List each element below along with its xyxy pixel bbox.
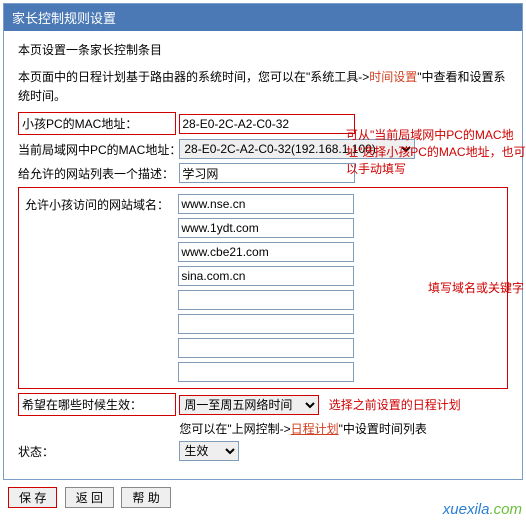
current-mac-label: 当前局域网中PC的MAC地址：: [18, 141, 176, 158]
desc-input[interactable]: [179, 163, 355, 183]
save-button[interactable]: 保 存: [8, 487, 57, 508]
effective-row: 希望在哪些时候生效： 周一至周五网络时间 选择之前设置的日程计划: [18, 393, 508, 416]
child-mac-input[interactable]: [179, 114, 355, 134]
domain-input-2[interactable]: [178, 218, 354, 238]
domain-note: 填写域名或关键字: [428, 279, 526, 296]
domain-input-1[interactable]: [178, 194, 354, 214]
panel-title: 家长控制规则设置: [4, 4, 522, 31]
settings-panel: 家长控制规则设置 本页设置一条家长控制条目 本页面中的日程计划基于路由器的系统时…: [3, 3, 523, 480]
domain-inputs: [178, 194, 354, 386]
domain-input-7[interactable]: [178, 338, 354, 358]
effective-select[interactable]: 周一至周五网络时间: [179, 395, 319, 415]
page-heading: 本页设置一条家长控制条目: [18, 41, 508, 58]
allowed-domain-label: 允许小孩访问的网站域名：: [25, 194, 175, 213]
watermark: xuexila.com: [443, 501, 522, 518]
schedule-hint-1: 您可以在"上网控制->: [179, 422, 290, 436]
intro-text-1: 本页面中的日程计划基于路由器的系统时间，您可以在"系统工具->: [18, 70, 369, 84]
domain-input-4[interactable]: [178, 266, 354, 286]
desc-label: 给允许的网站列表一个描述：: [18, 165, 176, 182]
intro-paragraph: 本页面中的日程计划基于路由器的系统时间，您可以在"系统工具->时间设置"中查看和…: [18, 68, 508, 106]
domain-input-3[interactable]: [178, 242, 354, 262]
schedule-hint-row: 您可以在"上网控制->日程计划"中设置时间列表: [18, 420, 508, 437]
panel-content: 本页设置一条家长控制条目 本页面中的日程计划基于路由器的系统时间，您可以在"系统…: [4, 31, 522, 479]
time-settings-link[interactable]: 时间设置: [369, 70, 417, 84]
watermark-a: xuexila: [443, 501, 490, 518]
mac-note: 可从"当前局域网中PC的MAC地址"选择小孩PC的MAC地址，也可以手动填写: [346, 127, 526, 177]
status-label: 状态：: [18, 443, 176, 460]
watermark-b: .com: [489, 501, 522, 518]
help-button[interactable]: 帮 助: [121, 487, 170, 508]
status-select[interactable]: 生效: [179, 441, 239, 461]
domain-input-6[interactable]: [178, 314, 354, 334]
child-mac-label: 小孩PC的MAC地址：: [18, 112, 176, 135]
schedule-note: 选择之前设置的日程计划: [329, 396, 461, 413]
schedule-hint: 您可以在"上网控制->日程计划"中设置时间列表: [179, 422, 427, 436]
status-row: 状态： 生效: [18, 441, 508, 461]
schedule-plan-link[interactable]: 日程计划: [291, 422, 339, 436]
effective-label: 希望在哪些时候生效：: [18, 393, 176, 416]
domain-input-8[interactable]: [178, 362, 354, 382]
back-button[interactable]: 返 回: [65, 487, 114, 508]
schedule-hint-2: "中设置时间列表: [339, 422, 427, 436]
domain-input-5[interactable]: [178, 290, 354, 310]
